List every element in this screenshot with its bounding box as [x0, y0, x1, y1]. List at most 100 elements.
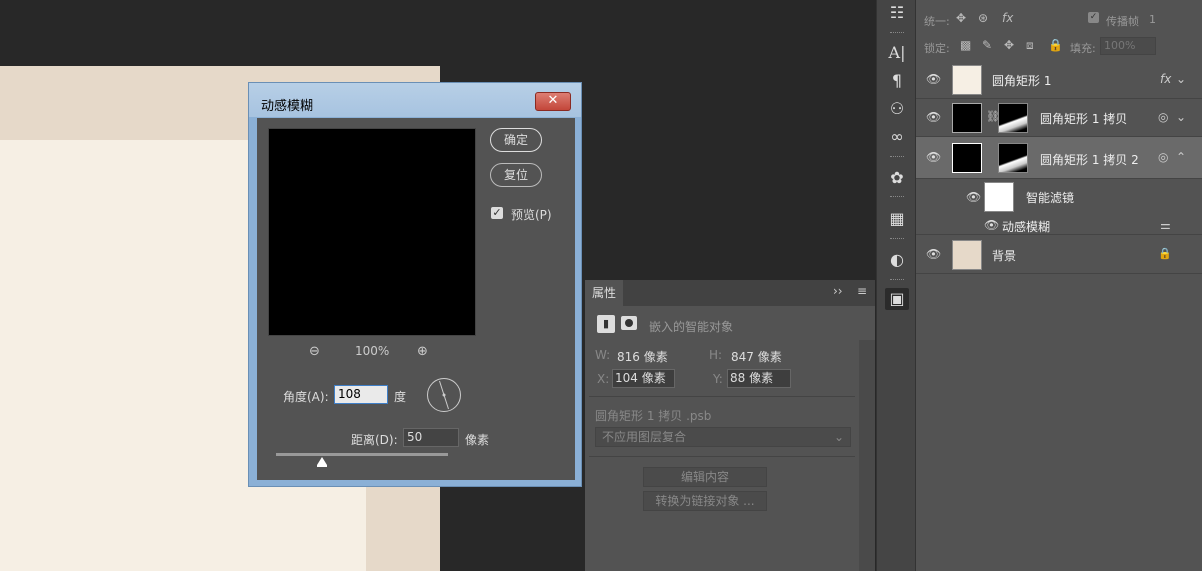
eye-icon[interactable]: 👁	[926, 72, 941, 86]
zoom-level: 100%	[355, 344, 390, 358]
angle-unit: 度	[394, 390, 407, 404]
lock-label: 锁定:	[924, 42, 950, 55]
propagate-value: 1	[1149, 13, 1156, 26]
distance-slider-thumb-base[interactable]	[317, 465, 327, 467]
chevron-down-icon[interactable]: ⌄	[1176, 110, 1186, 124]
chevron-up-icon[interactable]: ⌃	[1176, 150, 1186, 164]
angle-dial[interactable]	[427, 378, 461, 412]
layer-thumbnail	[952, 143, 982, 173]
layer-row[interactable]: 👁 背景 🔒	[916, 236, 1202, 274]
preview-checkbox[interactable]: ✓	[491, 207, 503, 219]
h-value: 847 像素	[731, 350, 782, 364]
layer-thumbnail	[952, 240, 982, 270]
properties-panel: 属性 ›› ≡ ▮ 嵌入的智能对象 W: 816 像素 H: 847 像素 X:…	[585, 280, 875, 571]
smart-filters-row[interactable]: 👁 智能滤镜	[916, 179, 1202, 215]
unify-label: 统一:	[924, 15, 950, 28]
adjustments-icon[interactable]: ◐	[885, 249, 909, 271]
layer-thumbnail	[952, 103, 982, 133]
fx-icon[interactable]: fx	[1160, 72, 1171, 86]
layer-name[interactable]: 背景	[992, 247, 1016, 264]
dock-grip[interactable]	[890, 156, 904, 159]
mask-thumbnail	[998, 143, 1028, 173]
lock-transparent-icon[interactable]: ▩	[960, 38, 971, 52]
unify-visibility-icon[interactable]: ⊛	[978, 11, 988, 25]
w-value: 816 像素	[617, 350, 668, 364]
fill-input[interactable]: 100%	[1100, 37, 1156, 55]
layer-name[interactable]: 圆角矩形 1 拷贝 2	[1040, 151, 1139, 168]
angle-input[interactable]: 108	[334, 385, 388, 404]
zoom-in-icon[interactable]: ⊕	[417, 344, 428, 359]
layer-row-selected[interactable]: 👁 圆角矩形 1 拷贝 2 ◎ ⌃	[916, 137, 1202, 179]
distance-input[interactable]: 50	[403, 428, 459, 447]
filter-options-icon[interactable]: ⚌	[1160, 218, 1171, 232]
ok-button[interactable]: 确定	[490, 128, 542, 152]
convert-linked-button[interactable]: 转换为链接对象 ...	[643, 491, 767, 511]
smart-object-icon[interactable]: ▮	[597, 315, 615, 333]
lock-position-icon[interactable]: ✥	[1004, 38, 1014, 52]
mask-icon[interactable]	[621, 316, 637, 330]
unify-style-icon[interactable]: fx	[1002, 11, 1013, 25]
edit-contents-button[interactable]: 编辑内容	[643, 467, 767, 487]
preview-label[interactable]: 预览(P)	[511, 206, 552, 223]
properties-tabbar: 属性 ›› ≡	[585, 280, 875, 306]
lock-all-icon[interactable]: 🔒	[1048, 38, 1063, 52]
grid-icon[interactable]: ▦	[885, 208, 909, 230]
color-palette-icon[interactable]: ✿	[885, 167, 909, 189]
layers-panel: 统一: ✥ ⊛ fx ✓ 传播帧 1 锁定: ▩ ✎ ✥ ⧈ 🔒 填充: 100…	[916, 0, 1202, 571]
angle-dial-line-icon	[439, 380, 449, 410]
smart-filters-label[interactable]: 智能滤镜	[1026, 189, 1074, 206]
dialog-titlebar[interactable]: 动感模糊 ✕	[249, 83, 581, 117]
distance-label: 距离(D):	[351, 433, 398, 447]
smart-object-indicator-icon: ◎	[1158, 110, 1169, 124]
x-input[interactable]: 104 像素	[612, 369, 675, 388]
adjust-sliders-icon[interactable]: ☷	[885, 2, 909, 24]
chevron-down-icon[interactable]: ⌄	[1176, 72, 1186, 86]
distance-slider-track[interactable]	[276, 453, 448, 456]
dock-grip[interactable]	[890, 238, 904, 241]
filter-row[interactable]: 👁 动感模糊 ⚌	[916, 215, 1202, 235]
dock-grip[interactable]	[890, 279, 904, 282]
divider	[589, 456, 855, 457]
eye-icon[interactable]: 👁	[984, 218, 999, 232]
filter-preview[interactable]	[268, 128, 476, 336]
filter-name[interactable]: 动感模糊	[1002, 218, 1050, 235]
paragraph-icon[interactable]: ¶	[885, 70, 909, 92]
dialog-title: 动感模糊	[261, 99, 314, 114]
y-label: Y:	[713, 372, 723, 386]
unify-position-icon[interactable]: ✥	[956, 11, 966, 25]
close-button[interactable]: ✕	[535, 92, 571, 111]
y-input[interactable]: 88 像素	[727, 369, 791, 388]
fill-label: 填充:	[1070, 42, 1096, 55]
collapse-icon[interactable]: ››	[833, 284, 843, 298]
h-label: H:	[709, 348, 723, 362]
reset-button[interactable]: 复位	[490, 163, 542, 187]
properties-panel-icon[interactable]: ▣	[885, 288, 909, 310]
w-label: W:	[595, 348, 611, 362]
layer-thumbnail	[952, 65, 982, 95]
dock-grip[interactable]	[890, 32, 904, 35]
motion-blur-dialog: 动感模糊 ✕ 确定 复位 ✓ 预览(P) ⊖ 100% ⊕ 角度(A): 108…	[248, 82, 582, 487]
angle-label: 角度(A):	[283, 390, 329, 404]
eye-icon[interactable]: 👁	[926, 150, 941, 164]
distance-slider-thumb[interactable]	[317, 457, 327, 465]
dock-grip[interactable]	[890, 196, 904, 199]
layer-comp-select[interactable]: 不应用图层复合 ⌄	[595, 427, 851, 447]
eye-icon[interactable]: 👁	[926, 247, 941, 261]
tab-properties[interactable]: 属性	[585, 280, 623, 306]
layer-row[interactable]: 👁 ⛓ 圆角矩形 1 拷贝 ◎ ⌄	[916, 99, 1202, 137]
eye-icon[interactable]: 👁	[966, 190, 981, 204]
zoom-out-icon[interactable]: ⊖	[309, 344, 320, 359]
propagate-checkbox[interactable]: ✓	[1088, 12, 1099, 23]
layer-row[interactable]: 👁 圆角矩形 1 fx ⌄	[916, 61, 1202, 99]
divider	[589, 396, 855, 397]
creative-cloud-icon[interactable]: ∞	[885, 126, 909, 148]
layer-name[interactable]: 圆角矩形 1	[992, 72, 1051, 89]
eye-icon[interactable]: 👁	[926, 110, 941, 124]
layer-name[interactable]: 圆角矩形 1 拷贝	[1040, 110, 1127, 127]
panel-menu-icon[interactable]: ≡	[857, 284, 867, 298]
lock-artboard-icon[interactable]: ⧈	[1026, 38, 1034, 53]
lock-paint-icon[interactable]: ✎	[982, 38, 992, 52]
character-icon[interactable]: A|	[885, 42, 909, 64]
glyph-icon[interactable]: ⚇	[885, 98, 909, 120]
properties-scrollbar[interactable]	[859, 340, 875, 571]
